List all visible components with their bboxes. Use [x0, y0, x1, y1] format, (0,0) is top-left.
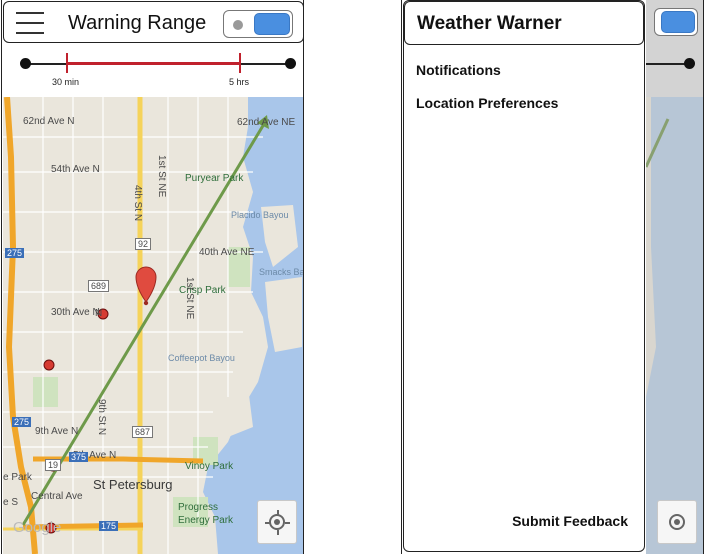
map-label: 62nd Ave N [23, 116, 75, 127]
menu-item-location-preferences[interactable]: Location Preferences [416, 95, 558, 111]
range-min-label: 30 min [52, 77, 80, 87]
map-label: 54th Ave N [51, 164, 100, 175]
menu-item-notifications[interactable]: Notifications [416, 62, 501, 78]
range-max-handle[interactable] [239, 53, 241, 73]
drawer-header: Weather Warner [404, 1, 644, 45]
range-max-label: 5 hrs [229, 77, 250, 87]
toggle-on-knob [254, 13, 290, 35]
map-label: St Petersburg [93, 477, 173, 492]
dimmed-toggle-knob [661, 11, 695, 33]
crosshair-tick [285, 522, 290, 524]
map-label: Puryear Park [185, 173, 244, 184]
range-end-dot [285, 58, 296, 69]
route-shield: 275 [12, 417, 32, 427]
dimmed-location-button [657, 500, 697, 544]
my-location-button[interactable] [257, 500, 297, 544]
route-shield: 275 [5, 248, 25, 258]
alerts-toggle[interactable] [223, 10, 293, 38]
crosshair-tick [277, 530, 279, 535]
map-label: Coffeepot Bayou [168, 353, 235, 363]
route-shield: 92 [135, 238, 152, 250]
map-label: Vinoy Park [185, 461, 234, 472]
menu-screen: Weather Warner Notifications Location Pr… [401, 0, 704, 554]
dimmed-range-end [684, 58, 695, 69]
map-label: N [95, 308, 103, 319]
dimmed-background[interactable] [644, 0, 703, 554]
route-shield: 689 [88, 280, 110, 292]
map-view[interactable]: 62nd Ave N 62nd Ave NE 54th Ave N Puryea… [3, 97, 303, 554]
map-label: 62nd Ave NE [237, 117, 296, 128]
map-label: 9th Ave N [35, 426, 79, 437]
crosshair-tick [265, 522, 270, 524]
warning-range-screen: Warning Range 30 min 5 hrs 62nd Ave N 62… [1, 0, 304, 554]
google-logo: Google [13, 519, 62, 536]
map-label: Central Ave [31, 491, 83, 502]
map-label: 9th St N [96, 399, 107, 436]
toggle-off-dot [233, 20, 243, 30]
map-label: 30th Ave N [51, 307, 100, 318]
submit-feedback-link[interactable]: Submit Feedback [512, 513, 628, 529]
map-label: e S [3, 497, 19, 508]
range-selected-fill [67, 62, 241, 65]
map-label: e Park [3, 472, 32, 483]
range-start-dot [20, 58, 31, 69]
app-title: Weather Warner [417, 13, 562, 34]
map-label: Energy Park [178, 515, 234, 526]
nav-drawer: Weather Warner Notifications Location Pr… [403, 0, 645, 552]
map-label: Smacks Bay [259, 267, 303, 277]
route-shield: 19 [45, 459, 62, 471]
range-min-handle[interactable] [66, 53, 68, 73]
map-label: Progress [178, 502, 219, 513]
dimmed-toggle [654, 8, 698, 36]
map-label: 40th Ave NE [199, 247, 255, 258]
map-label: Placido Bayou [231, 210, 289, 220]
route-shield: 375 [69, 452, 89, 462]
crosshair-tick [277, 510, 279, 515]
crosshair-center [274, 519, 280, 525]
top-bar: Warning Range [3, 1, 303, 43]
dimmed-map [644, 97, 703, 554]
map-label: 1st St NE [184, 277, 195, 320]
map-label: 4th St N [132, 185, 143, 222]
dimmed-map-canvas [644, 97, 703, 554]
crosshair-center [674, 519, 680, 525]
page-title: Warning Range [68, 12, 207, 34]
hamburger-menu-icon[interactable] [16, 12, 44, 34]
route-shield: 175 [99, 521, 119, 531]
map-label: 1st St NE [156, 155, 167, 198]
route-shield: 687 [132, 426, 154, 438]
range-slider: 30 min 5 hrs [3, 44, 303, 97]
